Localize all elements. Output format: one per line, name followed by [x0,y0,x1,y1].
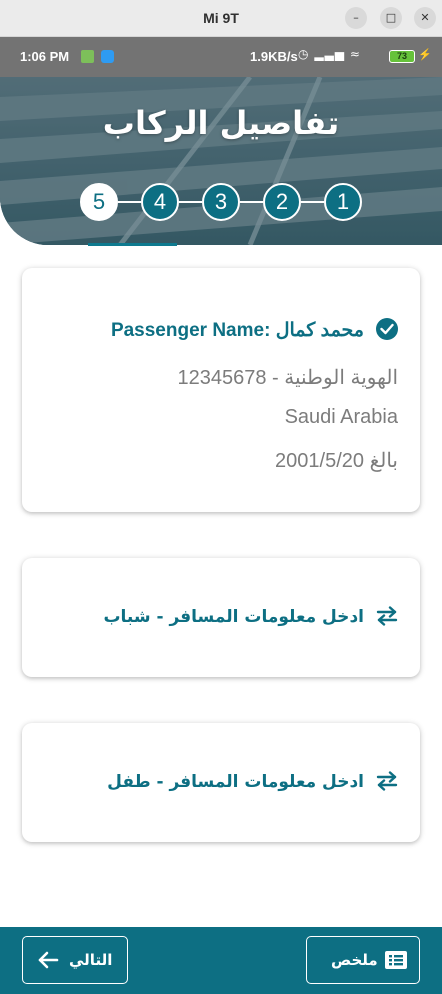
minimize-icon[interactable]: – [345,7,367,29]
passenger-name-label: Passenger Name: [110,320,271,341]
passenger-name-row: محمد كمال Passenger Name: [111,318,398,342]
step-5[interactable]: 5 [80,183,118,221]
summary-button[interactable]: ملخص [306,936,420,984]
status-time: 1:06 PM [20,49,70,64]
passenger-age-dob: بالغ 2001/5/20 [275,450,398,472]
message-notification-icon [101,50,114,63]
stepper-connector [240,201,263,203]
add-child-passenger-card[interactable]: ادخل معلومات المسافر - طفل [22,723,420,842]
add-youth-passenger-label: ادخل معلومات المسافر - شباب [103,607,364,627]
battery-icon: 73 [389,50,415,63]
charging-icon: ⚡ [418,49,432,61]
status-icons: ◷ ▂▃▅ ≈ [298,47,361,61]
add-child-passenger-label: ادخل معلومات المسافر - طفل [107,772,364,792]
window-title: Mi 9T [203,10,239,26]
bottom-action-bar: التالي ملخص [0,927,442,994]
arrow-left-icon [38,951,59,969]
passenger-card[interactable]: محمد كمال Passenger Name: الهوية الوطنية… [22,268,420,512]
swap-icon [376,771,398,796]
stepper-connector [179,201,202,203]
add-youth-passenger-row[interactable]: ادخل معلومات المسافر - شباب [103,606,398,631]
passenger-country: Saudi Arabia [284,406,398,428]
swap-icon [376,606,398,631]
passenger-name-value: محمد كمال [275,320,364,341]
maximize-icon[interactable]: □ [380,7,402,29]
stepper-connector [301,201,324,203]
page-title: تفاصيل الركاب [102,104,340,142]
status-bar: 1:06 PM 1.9KB/s ◷ ▂▃▅ ≈ 73 ⚡ [0,37,442,77]
signal-icon: ▂▃▅ [314,47,345,61]
network-speed: 1.9KB/s [250,49,298,64]
check-circle-icon [376,318,398,340]
wifi-icon: ≈ [349,47,361,61]
add-child-passenger-row[interactable]: ادخل معلومات المسافر - طفل [107,771,398,796]
tab-indicator [88,243,177,246]
step-3[interactable]: 3 [202,183,240,221]
app-notification-icon [81,50,94,63]
window-title-bar: Mi 9T – □ ✕ [0,0,442,37]
alarm-icon: ◷ [298,47,310,61]
step-4[interactable]: 4 [141,183,179,221]
add-youth-passenger-card[interactable]: ادخل معلومات المسافر - شباب [22,558,420,677]
summary-button-label: ملخص [331,951,378,969]
step-1[interactable]: 1 [324,183,362,221]
close-icon[interactable]: ✕ [414,7,436,29]
passenger-id: الهوية الوطنية - 12345678 [177,367,399,389]
stepper-connector [118,201,141,203]
next-button[interactable]: التالي [22,936,128,984]
progress-stepper: 5 4 3 2 1 [80,183,362,221]
step-2[interactable]: 2 [263,183,301,221]
next-button-label: التالي [69,951,113,969]
list-icon [385,951,407,969]
